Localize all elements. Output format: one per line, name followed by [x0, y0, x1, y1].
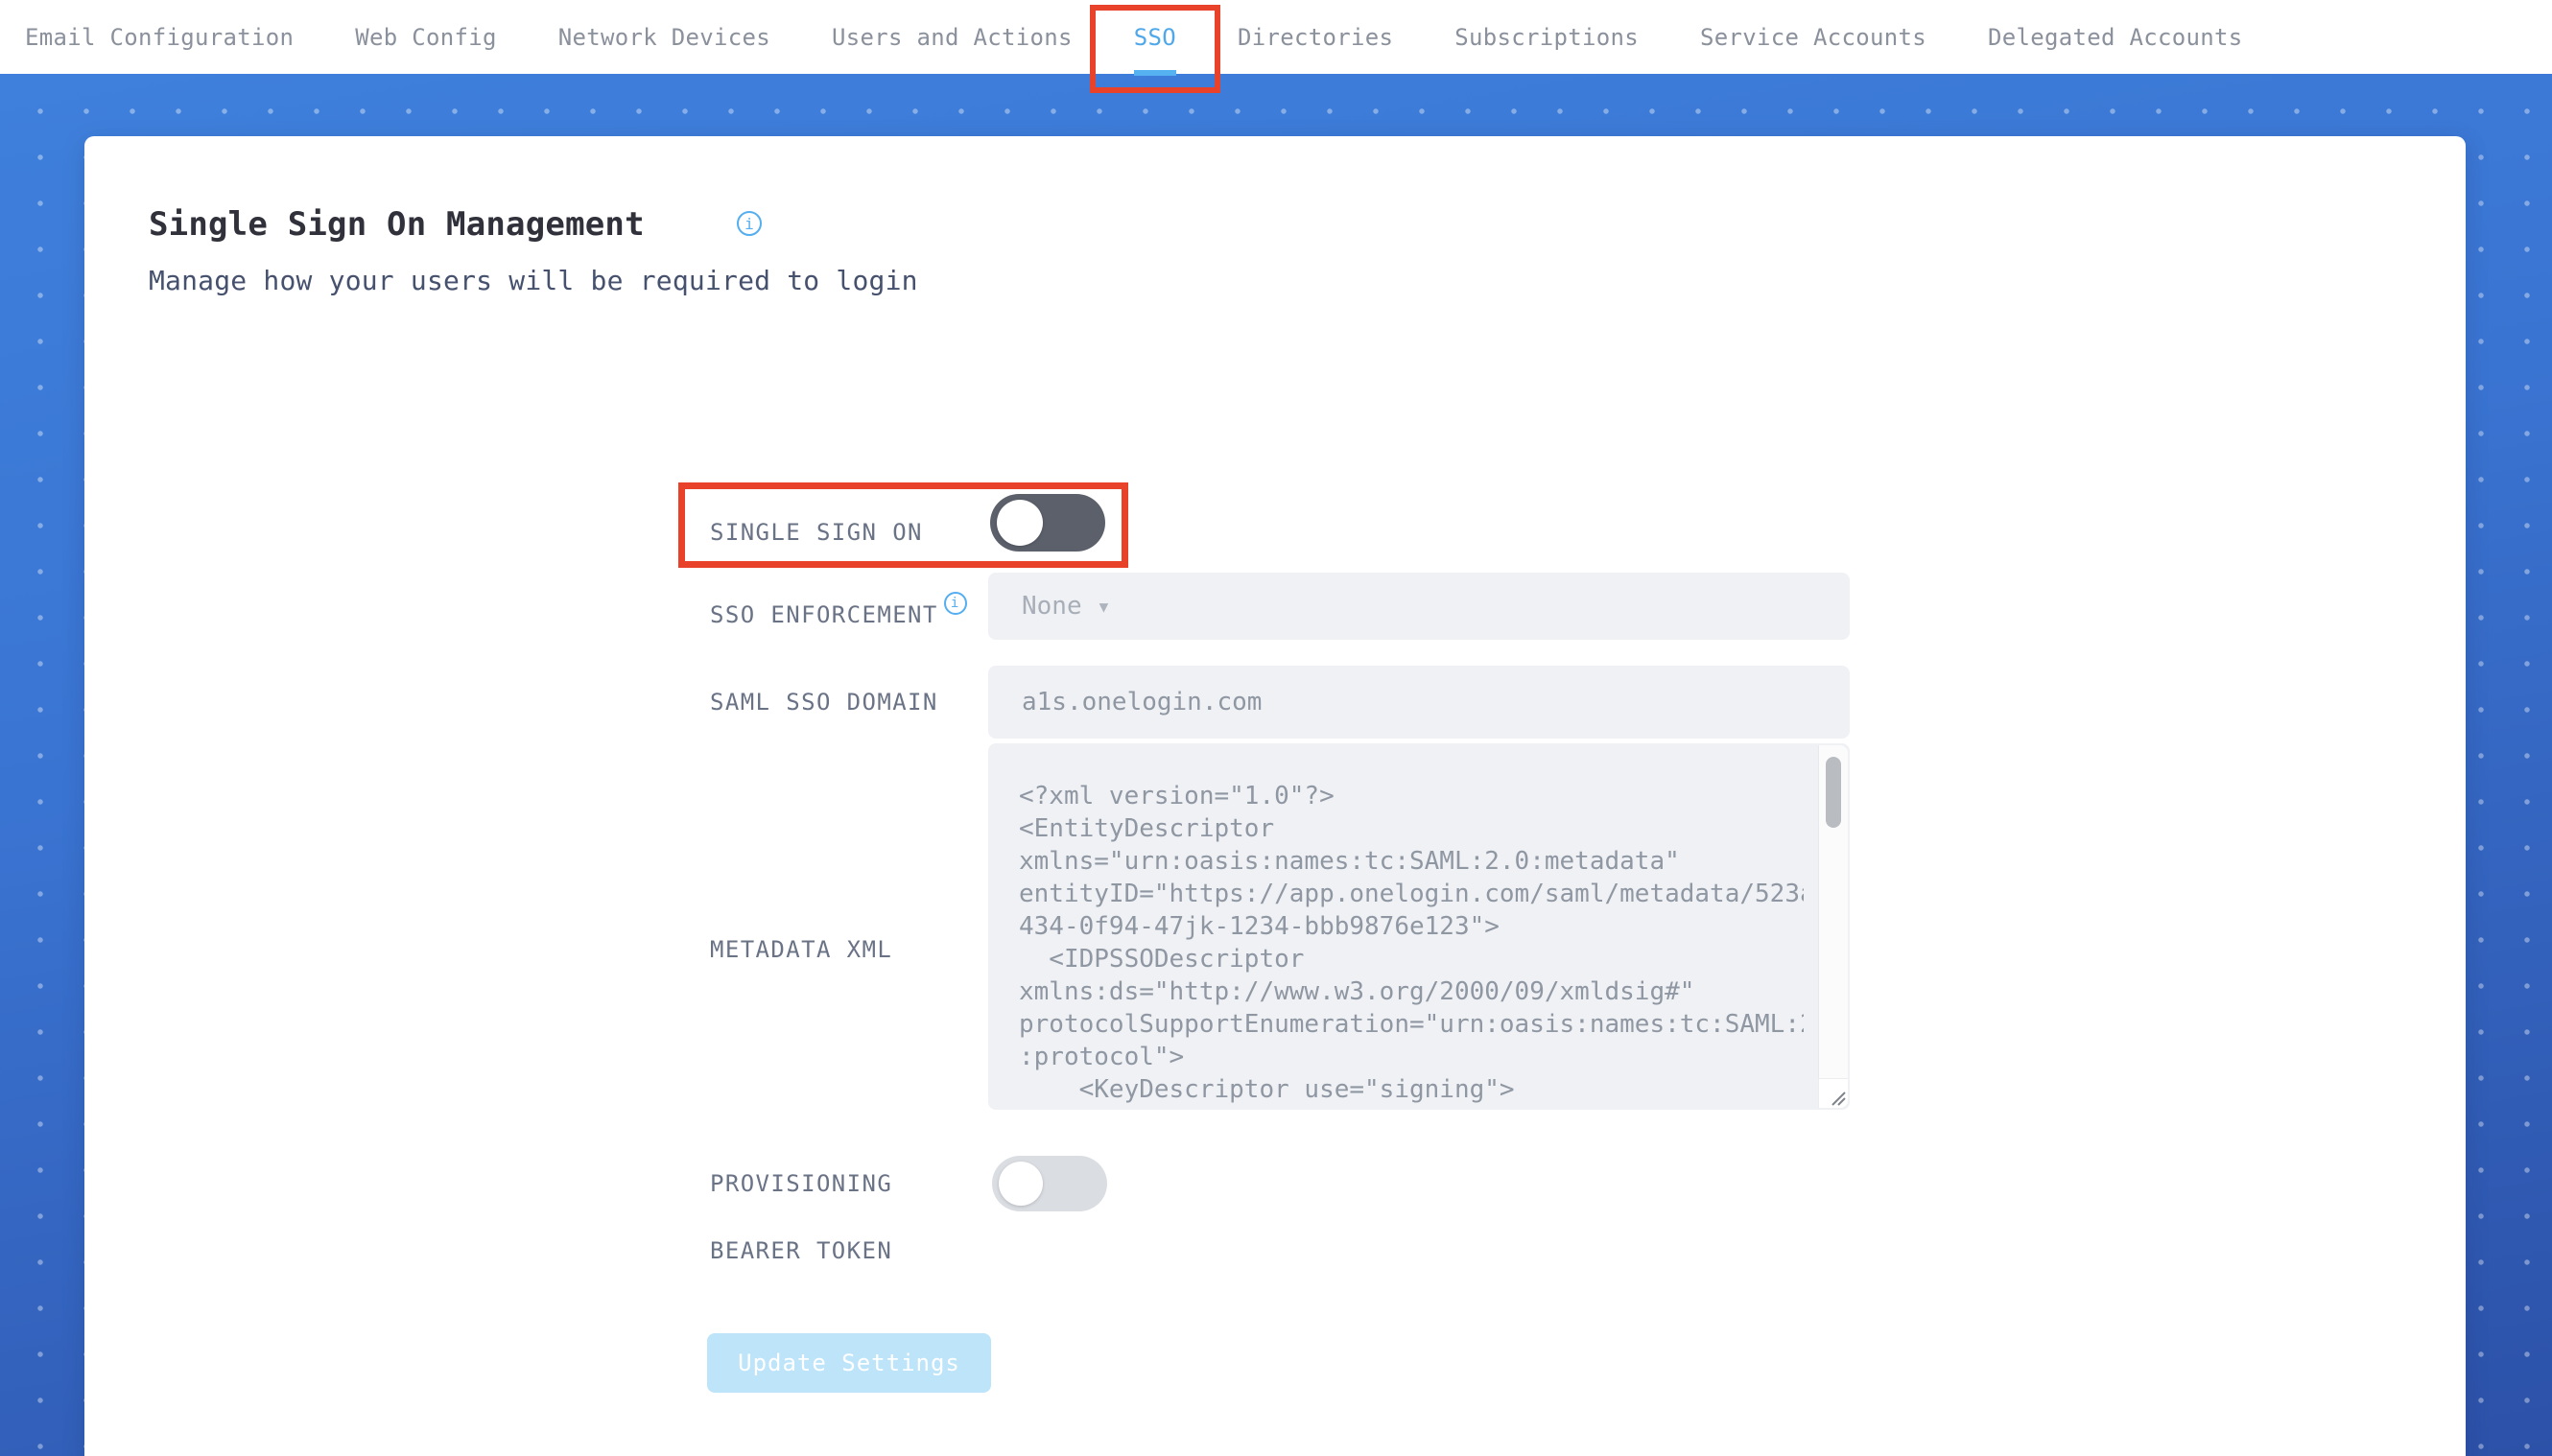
toggle-knob [999, 1162, 1043, 1206]
title-info-icon[interactable]: i [737, 211, 762, 236]
tab-network-devices[interactable]: Network Devices [558, 0, 770, 74]
tab-delegated-accounts[interactable]: Delegated Accounts [1988, 0, 2243, 74]
sso-enforcement-value: None [1022, 592, 1082, 621]
active-tab-underline [1133, 70, 1176, 76]
sso-enforcement-label: SSO ENFORCEMENT i [710, 592, 967, 628]
bearer-token-label: BEARER TOKEN [710, 1237, 893, 1264]
provisioning-toggle[interactable] [992, 1156, 1107, 1211]
update-settings-button[interactable]: Update Settings [707, 1333, 991, 1393]
single-sign-on-label: SINGLE SIGN ON [710, 519, 923, 546]
tab-sso-label: SSO [1133, 23, 1176, 51]
page-subtitle: Manage how your users will be required t… [149, 265, 918, 296]
saml-sso-domain-value: a1s.onelogin.com [1022, 688, 1263, 716]
single-sign-on-toggle[interactable] [990, 494, 1105, 552]
toggle-knob [997, 500, 1043, 546]
tab-subscriptions[interactable]: Subscriptions [1454, 0, 1639, 74]
sso-enforcement-info-icon[interactable]: i [943, 592, 967, 615]
provisioning-label: PROVISIONING [710, 1170, 893, 1197]
tab-sso[interactable]: SSO [1089, 0, 1220, 93]
tab-directories[interactable]: Directories [1238, 0, 1393, 74]
scrollbar-track[interactable] [1818, 745, 1848, 1108]
scrollbar-thumb[interactable] [1826, 757, 1841, 828]
saml-sso-domain-label: SAML SSO DOMAIN [710, 689, 938, 716]
metadata-xml-textarea[interactable]: <?xml version="1.0"?> <EntityDescriptor … [988, 743, 1850, 1110]
tab-web-config[interactable]: Web Config [355, 0, 497, 74]
metadata-xml-label: METADATA XML [710, 936, 893, 963]
sso-enforcement-select[interactable]: None ▼ [988, 573, 1850, 640]
page-title: Single Sign On Management [149, 205, 645, 244]
sso-settings-card: Single Sign On Management i Manage how y… [84, 136, 2466, 1456]
tab-email-configuration[interactable]: Email Configuration [25, 0, 294, 74]
tab-users-and-actions[interactable]: Users and Actions [832, 0, 1073, 74]
top-navigation: Email Configuration Web Config Network D… [0, 0, 2552, 93]
metadata-xml-content: <?xml version="1.0"?> <EntityDescriptor … [1019, 782, 1804, 1110]
resize-handle-icon[interactable] [1818, 1078, 1848, 1108]
sso-enforcement-label-text: SSO ENFORCEMENT [710, 601, 938, 628]
resize-grip-lines [1831, 1092, 1846, 1106]
chevron-down-icon: ▼ [1099, 597, 1109, 616]
saml-sso-domain-input[interactable]: a1s.onelogin.com [988, 666, 1850, 739]
tab-service-accounts[interactable]: Service Accounts [1700, 0, 1926, 74]
